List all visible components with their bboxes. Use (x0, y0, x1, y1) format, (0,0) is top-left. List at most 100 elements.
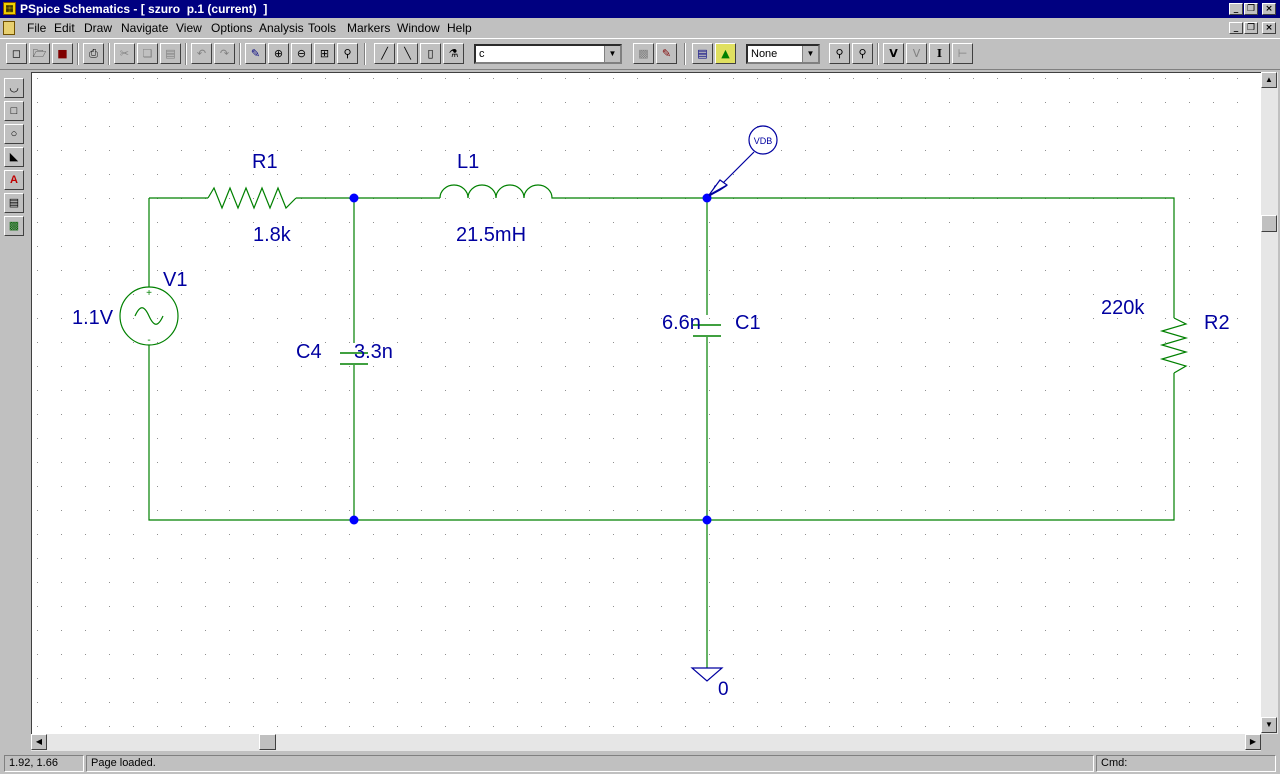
menu-file[interactable]: File (27, 21, 46, 35)
chevron-down-icon[interactable]: ▼ (802, 46, 818, 62)
menu-markers[interactable]: Markers (347, 21, 390, 35)
close-button[interactable]: × (1262, 3, 1276, 15)
c4-ref-label[interactable]: C4 (296, 341, 322, 363)
menu-options[interactable]: Options (211, 21, 252, 35)
box-tool-icon[interactable]: □ (4, 101, 24, 121)
toolbar-separator (239, 43, 241, 65)
menu-view[interactable]: View (176, 21, 202, 35)
zoom-in-icon[interactable]: ⊕ (268, 43, 289, 64)
c4-value-label[interactable]: 3.3n (354, 341, 393, 363)
minimize-button[interactable]: _ (1229, 3, 1243, 15)
c1-value-label[interactable]: 6.6n (662, 312, 701, 334)
copy-icon[interactable]: ❏ (137, 43, 158, 64)
toolbar-separator (364, 43, 366, 65)
grid-dots (32, 73, 1261, 734)
paste-icon[interactable]: ▤ (160, 43, 181, 64)
scroll-left-icon[interactable]: ◀ (31, 734, 47, 750)
setup-analysis-icon[interactable]: ▤ (692, 43, 713, 64)
horizontal-scrollbar[interactable]: ◀ ▶ (31, 734, 1261, 751)
junction-dot[interactable] (702, 515, 712, 525)
text-tool-icon[interactable]: A (4, 170, 24, 190)
text-box-tool-icon[interactable]: ▤ (4, 193, 24, 213)
voltage-marker-icon[interactable]: V (883, 43, 904, 64)
toolbar-separator (877, 43, 879, 65)
l1-value-label[interactable]: 21.5mH (456, 224, 526, 246)
print-icon[interactable]: ⎙ (83, 43, 104, 64)
r1-value-label[interactable]: 1.8k (253, 224, 292, 246)
draw-block-icon[interactable]: ▯ (420, 43, 441, 64)
r2-value-label[interactable]: 220k (1101, 297, 1145, 319)
edit-symbol-icon[interactable]: ✎ (656, 43, 677, 64)
r1-ref-label[interactable]: R1 (252, 151, 278, 173)
vertical-scrollbar[interactable]: ▲ ▼ (1261, 72, 1278, 734)
toolbar: ◻ 🗁 ■ ⎙ ✂ ❏ ▤ ↶ ↷ ✎ ⊕ ⊖ ⊞ ⚲ ╱ ╲ ▯ ⚗ c ▼ … (0, 38, 1280, 70)
toolbar-separator (684, 43, 686, 65)
toolbar-separator (185, 43, 187, 65)
menu-edit[interactable]: Edit (54, 21, 75, 35)
arc-tool-icon[interactable]: ◡ (4, 78, 24, 98)
doc-close-button[interactable]: × (1262, 22, 1276, 34)
junction-dot[interactable] (349, 193, 359, 203)
current-marker-icon[interactable]: I (929, 43, 950, 64)
edit-attributes-icon[interactable]: ▩ (633, 43, 654, 64)
scroll-up-icon[interactable]: ▲ (1261, 72, 1277, 88)
toolbar-separator (108, 43, 110, 65)
scroll-down-icon[interactable]: ▼ (1261, 717, 1277, 733)
doc-restore-button[interactable]: ❐ (1244, 22, 1258, 34)
c1-ref-label[interactable]: C1 (735, 312, 761, 334)
menu-analysis[interactable]: Analysis (259, 21, 304, 35)
document-icon[interactable] (3, 21, 15, 35)
window-title: PSpice Schematics - [ szuro p.1 (current… (20, 2, 268, 16)
zoom-area-icon[interactable]: ⊞ (314, 43, 335, 64)
get-part-icon[interactable]: ⚗ (443, 43, 464, 64)
r2-ref-label[interactable]: R2 (1204, 312, 1230, 334)
scroll-right-icon[interactable]: ▶ (1245, 734, 1261, 750)
menu-tools[interactable]: Tools (308, 21, 336, 35)
command-label: Cmd: (1096, 755, 1276, 772)
open-icon[interactable]: 🗁 (29, 43, 50, 64)
v1-value-label[interactable]: 1.1V (72, 307, 114, 329)
zoom-out-icon[interactable]: ⊖ (291, 43, 312, 64)
vertical-scroll-thumb[interactable] (1261, 215, 1277, 232)
draw-wire-icon[interactable]: ╱ (374, 43, 395, 64)
graphic-tool-icon[interactable]: ▩ (4, 216, 24, 236)
horizontal-scroll-thumb[interactable] (259, 734, 276, 750)
display-combo-value: None (751, 48, 778, 60)
schematic-canvas[interactable]: + - VDB 0 R1 1.8k L1 21.5mH V1 1.1V C4 3… (31, 72, 1261, 734)
junction-dot[interactable] (349, 515, 359, 525)
find-icon[interactable]: ⚲ (829, 43, 850, 64)
v1-plus-label: + (146, 288, 152, 299)
ground-label: 0 (718, 679, 729, 700)
polyline-tool-icon[interactable]: ◣ (4, 147, 24, 167)
display-combo[interactable]: None ▼ (746, 44, 820, 64)
menu-bar: File Edit Draw Navigate View Options Ana… (0, 18, 1280, 38)
menu-draw[interactable]: Draw (84, 21, 112, 35)
l1-ref-label[interactable]: L1 (457, 151, 479, 173)
redraw-icon[interactable]: ✎ (245, 43, 266, 64)
status-bar: 1.92, 1.66 Page loaded. Cmd: (0, 754, 1280, 774)
title-bar: ▦ PSpice Schematics - [ szuro p.1 (curre… (0, 0, 1280, 18)
menu-navigate[interactable]: Navigate (121, 21, 168, 35)
zoom-fit-icon[interactable]: ⚲ (337, 43, 358, 64)
cut-icon[interactable]: ✂ (114, 43, 135, 64)
undo-icon[interactable]: ↶ (191, 43, 212, 64)
menu-help[interactable]: Help (447, 21, 472, 35)
status-message: Page loaded. (86, 755, 1094, 772)
new-icon[interactable]: ◻ (6, 43, 27, 64)
save-icon[interactable]: ■ (52, 43, 73, 64)
redo-icon[interactable]: ↷ (214, 43, 235, 64)
circle-tool-icon[interactable]: ○ (4, 124, 24, 144)
simulate-icon[interactable]: ▲ (715, 43, 736, 64)
v1-ref-label[interactable]: V1 (163, 269, 187, 291)
find-next-icon[interactable]: ⚲ (852, 43, 873, 64)
part-name-combo[interactable]: c ▼ (474, 44, 622, 64)
menu-window[interactable]: Window (397, 21, 440, 35)
voltage-diff-marker-icon[interactable]: V (906, 43, 927, 64)
mark-advanced-icon[interactable]: ⊢ (952, 43, 973, 64)
draw-bus-icon[interactable]: ╲ (397, 43, 418, 64)
chevron-down-icon[interactable]: ▼ (604, 46, 620, 62)
doc-minimize-button[interactable]: _ (1229, 22, 1243, 34)
app-icon[interactable]: ▦ (3, 2, 16, 15)
restore-button[interactable]: ❐ (1244, 3, 1258, 15)
v1-minus-label: - (147, 335, 150, 346)
